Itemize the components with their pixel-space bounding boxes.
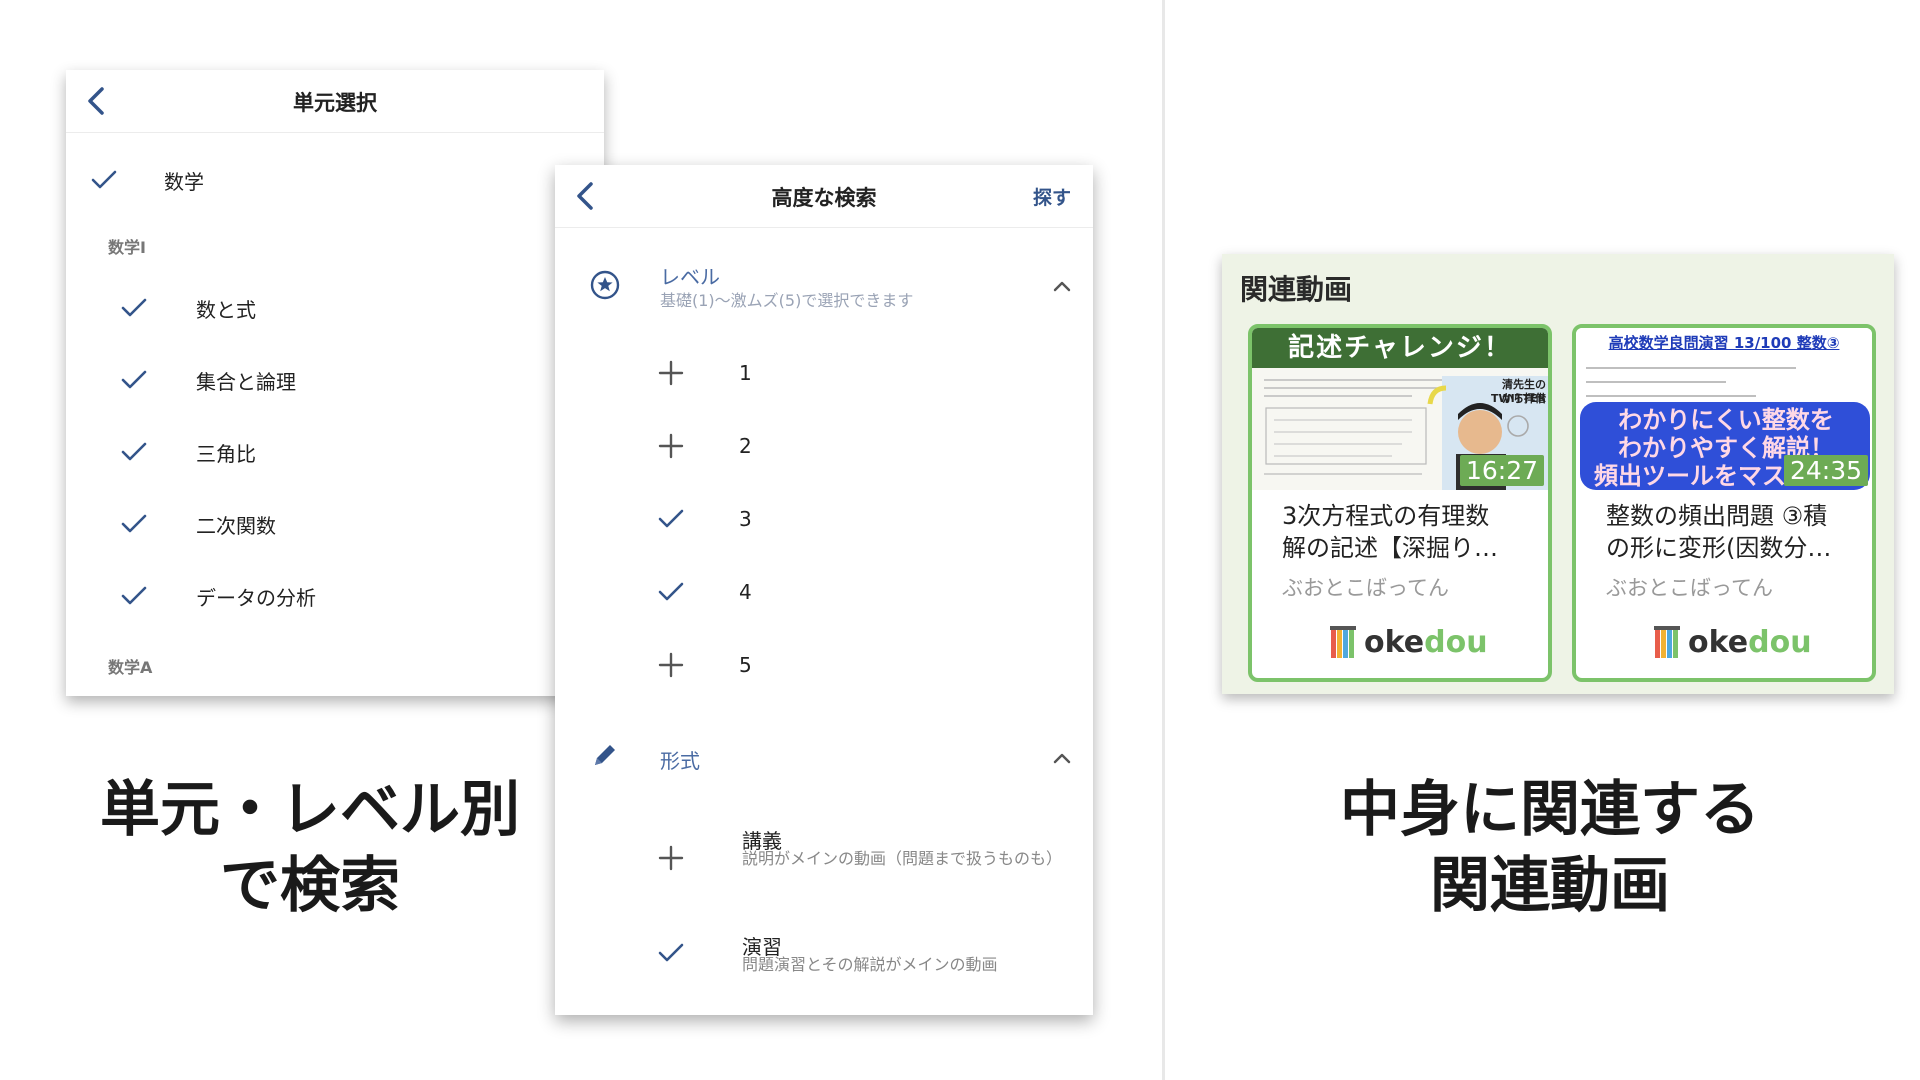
chevron-up-icon (1053, 281, 1071, 292)
level-option-1[interactable]: 1 (655, 357, 752, 389)
right-caption-line2: 関連動画 (1430, 851, 1670, 921)
format-section-title: 形式 (660, 749, 700, 773)
unit-section-header: 数学Ⅰ (108, 238, 146, 257)
plus-icon (658, 652, 684, 678)
plus-icon (658, 433, 684, 459)
level-option-3[interactable]: 3 (655, 503, 752, 535)
related-videos-title: 関連動画 (1240, 273, 1353, 306)
video-title: 3次方程式の有理数 解の記述【深掘り… (1282, 500, 1532, 564)
check-icon (658, 509, 684, 528)
unit-item[interactable]: 集合と論理 (118, 364, 296, 396)
logo-text-dou: dou (1748, 624, 1812, 660)
check-icon (121, 586, 147, 605)
unit-section-header: 数学A (108, 658, 153, 677)
unit-item[interactable]: 数と式 (118, 292, 256, 324)
center-divider (1162, 0, 1165, 1080)
level-option-label: 2 (739, 434, 752, 458)
okedou-logo-icon (1330, 626, 1356, 658)
video-channel: ぶおとこばってん (1606, 576, 1773, 600)
advanced-search-header: 高度な検索 探す (555, 165, 1093, 228)
level-option-label: 1 (739, 361, 752, 385)
related-videos-panel: 関連動画 記述チャレンジ！ 清先生のTWITTER から拝借 16:27 3次方… (1222, 254, 1894, 694)
level-section-title: レベル (660, 265, 720, 289)
level-option-4[interactable]: 4 (655, 576, 752, 608)
level-option-label: 5 (739, 653, 752, 677)
unit-item-label: 数と式 (196, 297, 256, 322)
unit-select-screen: 単元選択 数学 数学Ⅰ 数と式 集合と論理 三角比 二次関数 データの分析 数学… (66, 70, 604, 696)
unit-item[interactable]: データの分析 (118, 580, 316, 612)
video-title-line2: 解の記述【深掘り… (1282, 534, 1498, 562)
video-duration: 16:27 (1459, 455, 1544, 486)
plus-icon (658, 845, 684, 871)
star-circle-icon (590, 270, 620, 300)
unit-item-label: 集合と論理 (196, 369, 296, 394)
check-icon (121, 298, 147, 317)
chevron-up-icon (1053, 753, 1071, 764)
check-icon (121, 514, 147, 533)
logo-text-dou: dou (1424, 624, 1488, 660)
level-section-subtitle: 基礎(1)〜激ムズ(5)で選択できます (660, 291, 914, 310)
format-option-desc: 問題演習とその解説がメインの動画 (742, 955, 998, 974)
check-icon (658, 582, 684, 601)
unit-select-header: 単元選択 (66, 70, 604, 133)
unit-item-math[interactable]: 数学 (88, 164, 204, 196)
right-caption: 中身に関連する 関連動画 (1270, 772, 1830, 924)
video-title: 整数の頻出問題 ③積 の形に変形(因数分… (1606, 500, 1856, 564)
pencil-icon (595, 745, 615, 765)
format-option-desc: 説明がメインの動画（問題まで扱うものも） (742, 849, 1063, 868)
video-channel: ぶおとこばってん (1282, 576, 1449, 600)
level-option-label: 3 (739, 507, 752, 531)
okedou-logo: oke dou (1654, 624, 1812, 660)
plus-icon (658, 360, 684, 386)
video-card[interactable]: 記述チャレンジ！ 清先生のTWITTER から拝借 16:27 3次方程式の有理… (1248, 324, 1552, 682)
check-icon (121, 442, 147, 461)
thumbnail-badge-line2: から拝借 (1502, 392, 1546, 405)
level-option-label: 4 (739, 580, 752, 604)
okedou-logo: oke dou (1330, 624, 1488, 660)
okedou-logo-icon (1654, 626, 1680, 658)
left-caption: 単元・レベル別 で検索 (40, 772, 580, 924)
thumbnail-banner: 記述チャレンジ！ (1288, 333, 1512, 363)
video-duration: 24:35 (1783, 455, 1868, 486)
check-icon (121, 370, 147, 389)
thumbnail-bubble-line1: わかりにくい整数を (1618, 406, 1834, 434)
unit-item[interactable]: 二次関数 (118, 508, 276, 540)
unit-item-label: データの分析 (196, 585, 316, 610)
video-title-line1: 整数の頻出問題 ③積 (1606, 502, 1828, 530)
video-thumbnail: 記述チャレンジ！ 清先生のTWITTER から拝借 16:27 (1252, 328, 1548, 490)
left-caption-line2: で検索 (220, 851, 400, 921)
video-title-line1: 3次方程式の有理数 (1282, 502, 1490, 530)
right-caption-line1: 中身に関連する (1340, 775, 1760, 845)
video-card[interactable]: 高校数学良問演習 13/100 整数③ わかりにくい整数を わかりやすく解説！ … (1572, 324, 1876, 682)
advanced-search-screen: 高度な検索 探す レベル 基礎(1)〜激ムズ(5)で選択できます 1 2 3 4… (555, 165, 1093, 1015)
unit-item-label: 三角比 (196, 441, 256, 466)
video-title-line2: の形に変形(因数分… (1606, 534, 1832, 562)
level-option-5[interactable]: 5 (655, 649, 752, 681)
check-icon (91, 170, 117, 189)
check-icon (658, 943, 684, 962)
search-button[interactable]: 探す (1033, 183, 1071, 210)
unit-item-label: 二次関数 (196, 513, 276, 538)
unit-item-label: 数学 (164, 169, 204, 194)
unit-item[interactable]: 三角比 (118, 436, 256, 468)
logo-text-oke: oke (1688, 624, 1749, 660)
page-title: 単元選択 (293, 91, 377, 115)
page-title: 高度な検索 (771, 186, 877, 210)
left-caption-line1: 単元・レベル別 (100, 775, 520, 845)
level-option-2[interactable]: 2 (655, 430, 752, 462)
video-thumbnail: 高校数学良問演習 13/100 整数③ わかりにくい整数を わかりやすく解説！ … (1576, 328, 1872, 490)
logo-text-oke: oke (1364, 624, 1425, 660)
thumbnail-banner: 高校数学良問演習 13/100 整数③ (1608, 334, 1840, 352)
